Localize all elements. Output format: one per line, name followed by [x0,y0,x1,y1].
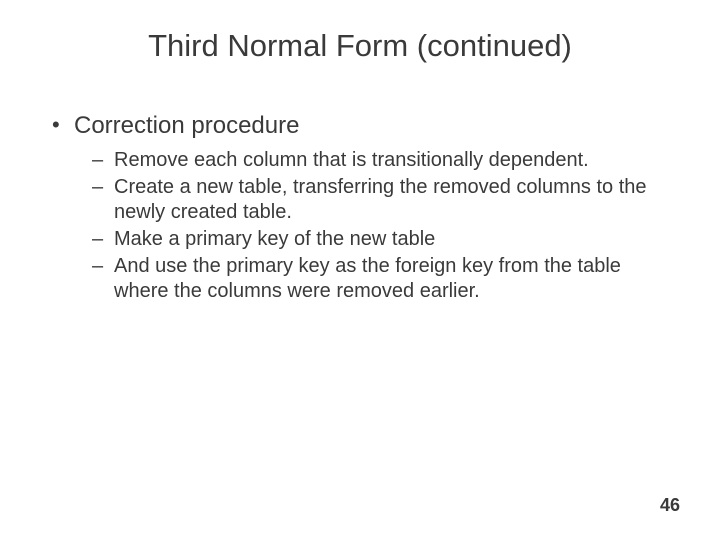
level1-text: Correction procedure [74,112,299,139]
list-item: Remove each column that is transitionall… [92,148,670,173]
level2-text: Create a new table, transferring the rem… [114,176,647,223]
slide: Third Normal Form (continued) Correction… [0,0,720,540]
level2-text: And use the primary key as the foreign k… [114,255,621,302]
page-number: 46 [660,495,680,516]
bullet-list-level2: Remove each column that is transitionall… [74,148,670,304]
list-item: And use the primary key as the foreign k… [92,254,670,304]
level2-text: Make a primary key of the new table [114,228,435,250]
list-item: Make a primary key of the new table [92,227,670,252]
slide-title: Third Normal Form (continued) [50,28,670,64]
list-item: Create a new table, transferring the rem… [92,175,670,225]
list-item: Correction procedure Remove each column … [50,112,670,304]
level2-text: Remove each column that is transitionall… [114,149,589,171]
bullet-list-level1: Correction procedure Remove each column … [50,112,670,304]
